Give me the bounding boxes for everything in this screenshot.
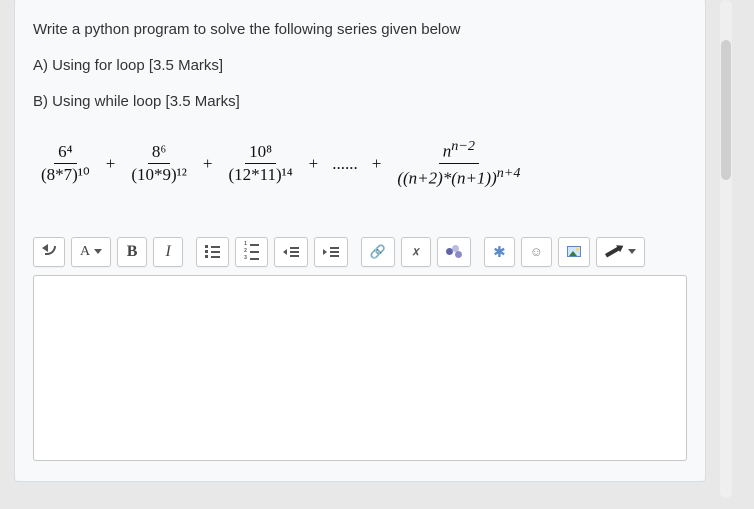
unordered-list-button[interactable] bbox=[196, 237, 229, 267]
image-icon bbox=[567, 246, 581, 257]
series-formula: 6⁴ (8*7)¹⁰ + 8⁶ (10*9)¹² + 10⁸ (12*11)¹⁴… bbox=[33, 139, 687, 189]
number-list-icon: 1 2 3 bbox=[244, 242, 259, 261]
term-1: 6⁴ (8*7)¹⁰ bbox=[37, 143, 94, 185]
term-2: 8⁶ (10*9)¹² bbox=[127, 143, 191, 185]
font-picker[interactable]: A bbox=[71, 237, 111, 267]
draw-button[interactable] bbox=[596, 237, 645, 267]
separator bbox=[477, 239, 478, 265]
ordered-list-button[interactable]: 1 2 3 bbox=[235, 237, 268, 267]
term-3: 10⁸ (12*11)¹⁴ bbox=[224, 143, 296, 185]
asterisk-icon: ✱ bbox=[493, 243, 506, 261]
outdent-icon bbox=[283, 247, 299, 257]
outdent-button[interactable] bbox=[274, 237, 308, 267]
italic-button[interactable]: I bbox=[153, 237, 183, 267]
indent-button[interactable] bbox=[314, 237, 348, 267]
vertical-scrollbar[interactable] bbox=[720, 0, 732, 498]
plus-1: + bbox=[104, 154, 118, 174]
bullet-list-icon bbox=[205, 245, 220, 258]
link-button[interactable]: 🔗 bbox=[361, 237, 395, 267]
term-n-den: ((n+2)*(n+1))n+4 bbox=[393, 164, 524, 188]
image-button[interactable] bbox=[558, 237, 590, 267]
separator bbox=[354, 239, 355, 265]
smile-icon: ☺ bbox=[530, 244, 543, 259]
link-icon: 🔗 bbox=[370, 244, 386, 260]
separator bbox=[189, 239, 190, 265]
teams-button[interactable] bbox=[437, 237, 471, 267]
pen-icon bbox=[605, 246, 620, 257]
code-button[interactable]: 𝑥 bbox=[401, 237, 431, 267]
part-b-line: B) Using while loop [3.5 Marks] bbox=[33, 87, 687, 117]
question-text: Write a python program to solve the foll… bbox=[33, 15, 687, 117]
answer-editor[interactable] bbox=[33, 275, 687, 461]
chevron-down-icon bbox=[628, 249, 636, 254]
prompt-line: Write a python program to solve the foll… bbox=[33, 15, 687, 45]
code-icon: 𝑥 bbox=[413, 244, 420, 259]
editor-toolbar: A B I 1 2 3 bbox=[33, 237, 687, 267]
plus-2: + bbox=[201, 154, 215, 174]
page-wrapper: Write a python program to solve the foll… bbox=[0, 0, 754, 482]
special-button[interactable]: ✱ bbox=[484, 237, 515, 267]
plus-4: + bbox=[370, 154, 384, 174]
chevron-down-icon bbox=[94, 249, 102, 254]
question-container: Write a python program to solve the foll… bbox=[14, 0, 706, 482]
ellipsis: ...... bbox=[330, 154, 360, 174]
indent-icon bbox=[323, 247, 339, 257]
scrollbar-thumb[interactable] bbox=[721, 40, 731, 180]
undo-button[interactable] bbox=[33, 237, 65, 267]
term-n: nn−2 ((n+2)*(n+1))n+4 bbox=[393, 139, 524, 189]
part-a-line: A) Using for loop [3.5 Marks] bbox=[33, 51, 687, 81]
undo-icon bbox=[42, 246, 56, 258]
plus-3: + bbox=[307, 154, 321, 174]
teams-icon bbox=[446, 245, 462, 259]
emoji-button[interactable]: ☺ bbox=[521, 237, 552, 267]
term-n-num: nn−2 bbox=[439, 139, 479, 164]
bold-button[interactable]: B bbox=[117, 237, 147, 267]
